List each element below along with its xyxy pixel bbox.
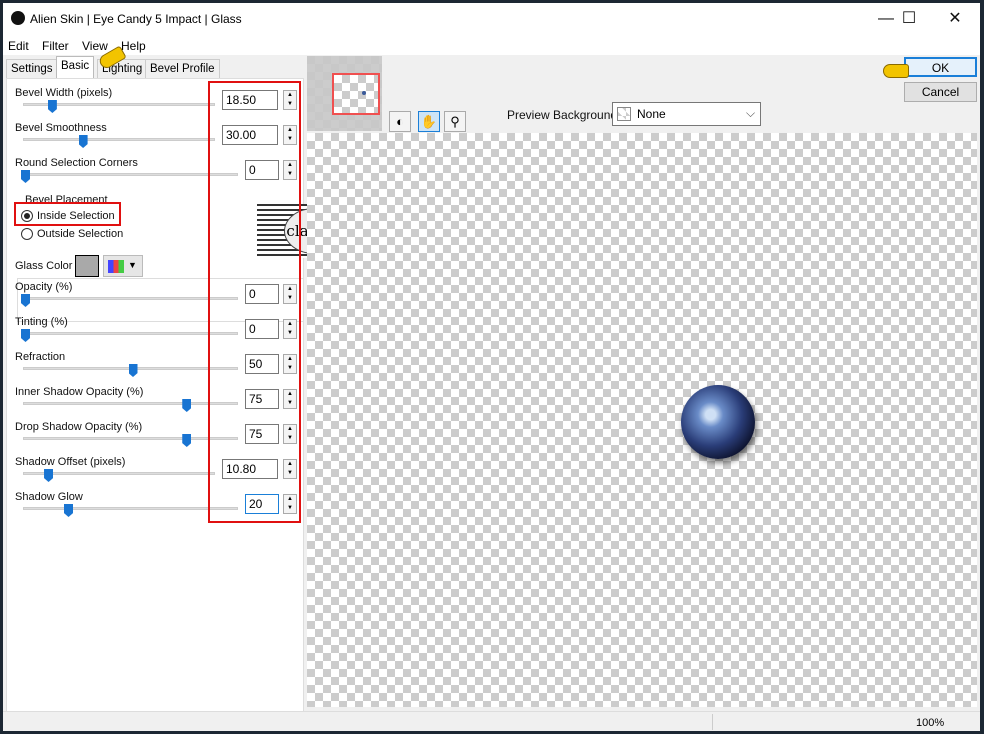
navigator-thumbnail[interactable] — [307, 56, 382, 131]
glass-color-label: Glass Color — [15, 260, 73, 272]
title-bar: Alien Skin | Eye Candy 5 Impact | Glass … — [3, 3, 980, 35]
thumbnail-object — [362, 91, 366, 95]
preview-background-label: Preview Background: — [507, 108, 621, 122]
control-label: Tinting (%) — [15, 316, 68, 328]
control-label: Shadow Offset (pixels) — [15, 456, 126, 468]
pointing-hand-icon — [883, 64, 909, 78]
navigator-viewport[interactable] — [332, 73, 380, 115]
maximize-button[interactable]: ☐ — [889, 7, 929, 31]
slider-thumb[interactable] — [47, 100, 57, 113]
zoom-tool-icon[interactable]: ⚲ — [444, 111, 466, 132]
control-label: Bevel Width (pixels) — [15, 87, 113, 99]
slider-thumb[interactable] — [21, 170, 30, 183]
glass-preview-object — [681, 385, 755, 459]
menu-bar: Edit Filter View Help — [3, 35, 980, 55]
hand-tool-icon[interactable]: ✋ — [418, 111, 440, 132]
menu-help[interactable]: Help — [121, 39, 146, 53]
app-icon — [11, 11, 25, 25]
status-divider — [712, 714, 713, 730]
preview-background-select[interactable]: None ⌵ — [612, 102, 761, 126]
menu-view[interactable]: View — [82, 39, 108, 53]
control-label: Inner Shadow Opacity (%) — [15, 386, 144, 398]
preview-toggle-icon[interactable]: ◐ — [389, 111, 411, 132]
slider-thumb[interactable] — [64, 504, 73, 517]
slider-thumb[interactable] — [78, 135, 88, 148]
values-highlight — [208, 81, 301, 523]
color-palette-button[interactable]: ▼ — [103, 255, 143, 277]
checker-icon — [617, 107, 631, 121]
dropdown-arrow-icon: ▼ — [128, 260, 137, 270]
control-label: Round Selection Corners — [15, 157, 138, 169]
slider-track[interactable] — [23, 138, 215, 141]
window-title: Alien Skin | Eye Candy 5 Impact | Glass — [30, 12, 242, 26]
slider-thumb[interactable] — [182, 399, 192, 412]
cancel-button[interactable]: Cancel — [904, 82, 977, 102]
preview-canvas[interactable] — [307, 133, 977, 707]
tab-basic[interactable]: Basic — [56, 56, 95, 78]
tab-settings[interactable]: Settings — [6, 59, 58, 78]
outside-selection-label: Outside Selection — [37, 228, 124, 240]
slider-thumb[interactable] — [128, 364, 138, 377]
inside-selection-highlight — [14, 202, 121, 226]
slider-track[interactable] — [23, 437, 238, 440]
slider-thumb[interactable] — [44, 469, 54, 482]
chevron-down-icon: ⌵ — [746, 106, 756, 120]
slider-thumb[interactable] — [182, 434, 192, 447]
control-label: Shadow Glow — [15, 491, 83, 503]
slider-track[interactable] — [23, 297, 238, 300]
outside-selection-radio[interactable] — [21, 228, 33, 240]
palette-icon — [108, 260, 124, 273]
menu-edit[interactable]: Edit — [8, 39, 29, 53]
control-label: Drop Shadow Opacity (%) — [15, 421, 143, 433]
close-button[interactable]: ✕ — [935, 7, 975, 31]
control-label: Bevel Smoothness — [15, 122, 107, 134]
eye-candy-window: Alien Skin | Eye Candy 5 Impact | Glass … — [3, 3, 980, 731]
ok-button[interactable]: OK — [904, 57, 977, 77]
menu-filter[interactable]: Filter — [42, 39, 69, 53]
slider-track[interactable] — [23, 332, 238, 335]
control-label: Opacity (%) — [15, 281, 73, 293]
slider-thumb[interactable] — [21, 329, 30, 342]
tab-bevel-profile[interactable]: Bevel Profile — [145, 59, 220, 78]
status-bar: 100% — [3, 711, 980, 731]
slider-track[interactable] — [23, 402, 238, 405]
slider-track[interactable] — [23, 173, 238, 176]
slider-track[interactable] — [23, 507, 238, 510]
glass-color-swatch[interactable] — [75, 255, 99, 277]
zoom-level: 100% — [916, 717, 945, 729]
preview-background-value: None — [637, 107, 666, 121]
control-label: Refraction — [15, 351, 66, 363]
